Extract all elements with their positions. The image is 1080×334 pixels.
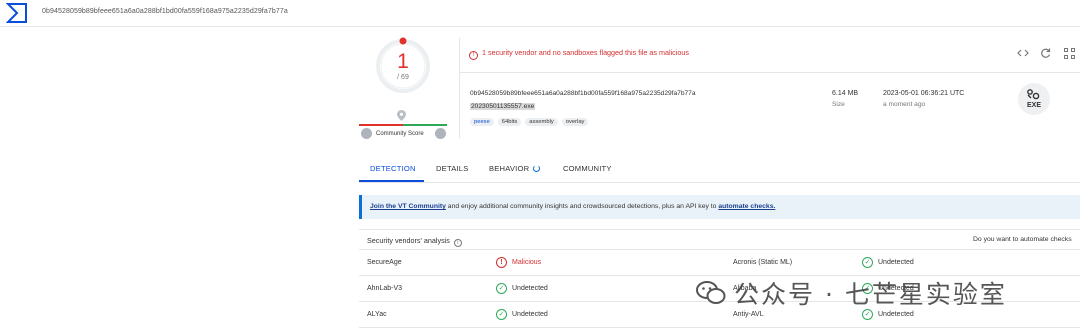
virustotal-logo[interactable] [6,2,28,24]
vendor-row: SecureAge ! Malicious Acronis (Static ML… [359,251,1080,276]
automate-prompt[interactable]: Do you want to automate checks [973,236,1072,243]
vendor-status: Undetected [878,259,914,266]
banner-text: Join the VT Community and enjoy addition… [370,203,775,210]
divider [359,182,1080,183]
search-input[interactable]: 0b94528059b89bfeee651a6a0a288bf1bd00fa55… [42,8,288,15]
community-banner: Join the VT Community and enjoy addition… [359,195,1080,219]
file-size: 6.14 MB [832,90,859,97]
file-name[interactable]: 20230501135557.exe [470,103,536,110]
detection-alert: ! 1 security vendor and no sandboxes flag… [469,48,689,60]
code-compare-icon[interactable] [1017,48,1029,58]
wechat-logo-icon [696,281,726,304]
file-size-label: Size [832,101,845,108]
community-score-bar [359,124,447,126]
banner-message: and enjoy additional community insights … [445,203,719,210]
graph-icon[interactable] [1064,48,1075,59]
thumbs-up-icon[interactable] [435,128,446,139]
watermark-text: 公众号 · 七芒星实验室 [734,280,1007,309]
tag[interactable]: overlay [561,118,589,126]
watermark: 公众号 · 七芒星实验室 [696,275,1007,311]
tag[interactable]: 64bits [497,118,522,126]
vendors-title-text: Security vendors' analysis [367,236,450,245]
file-hash[interactable]: 0b94528059b89bfeee651a6a0a288bf1bd00fa55… [470,90,696,97]
undetected-icon: ✓ [496,283,507,294]
tab-detection[interactable]: DETECTION [370,164,416,173]
malicious-icon: ! [496,257,507,268]
top-bar: 0b94528059b89bfeee651a6a0a288bf1bd00fa55… [0,0,1080,27]
exe-file-icon: EXE [1018,83,1050,115]
vendor-name: Antiy-AVL [733,311,764,318]
community-score-label: Community Score [376,131,424,137]
tag[interactable]: peexe [470,118,494,126]
detection-count: 1 [397,50,409,73]
alert-icon: ! [469,51,478,60]
vendor-name: Acronis (Static ML) [733,259,793,266]
file-tags: peexe 64bits assembly overlay [470,118,589,126]
alert-text: 1 security vendor and no sandboxes flagg… [482,48,689,57]
file-type-label: EXE [1026,102,1041,109]
detection-score-gauge: 1 / 69 [373,36,433,96]
analysis-date: 2023-05-01 06:36:21 UTC [883,90,965,97]
tab-behavior[interactable]: BEHAVIOR [489,164,541,173]
vendor-name: AhnLab-V3 [367,285,403,292]
undetected-icon: ✓ [862,257,873,268]
vendor-status: Malicious [512,259,542,266]
join-community-link[interactable]: Join the VT Community [370,203,446,210]
location-pin-icon [397,110,406,121]
info-icon[interactable]: i [453,239,462,247]
vendors-header: Security vendors' analysis i Do you want … [359,229,1080,250]
vendor-status: Undetected [512,285,548,292]
vendor-status: Undetected [512,311,548,318]
vendors-title: Security vendors' analysis i [367,236,462,247]
community-score: Community Score [359,128,447,140]
thumbs-down-icon[interactable] [361,128,372,139]
tab-community[interactable]: COMMUNITY [563,164,612,173]
vendor-status: Undetected [878,311,914,318]
divider [459,72,1080,73]
detection-total: / 69 [397,74,409,81]
tab-details[interactable]: DETAILS [436,164,469,173]
undetected-icon: ✓ [496,309,507,320]
vendor-name: ALYac [367,311,387,318]
vendor-name: SecureAge [367,259,402,266]
spinner-icon [533,165,541,172]
analysis-date-relative: a moment ago [883,101,926,108]
tab-behavior-label: BEHAVIOR [489,164,530,173]
refresh-icon[interactable] [1040,48,1051,59]
automate-checks-link[interactable]: automate checks. [718,203,775,210]
tag[interactable]: assembly [525,118,558,126]
